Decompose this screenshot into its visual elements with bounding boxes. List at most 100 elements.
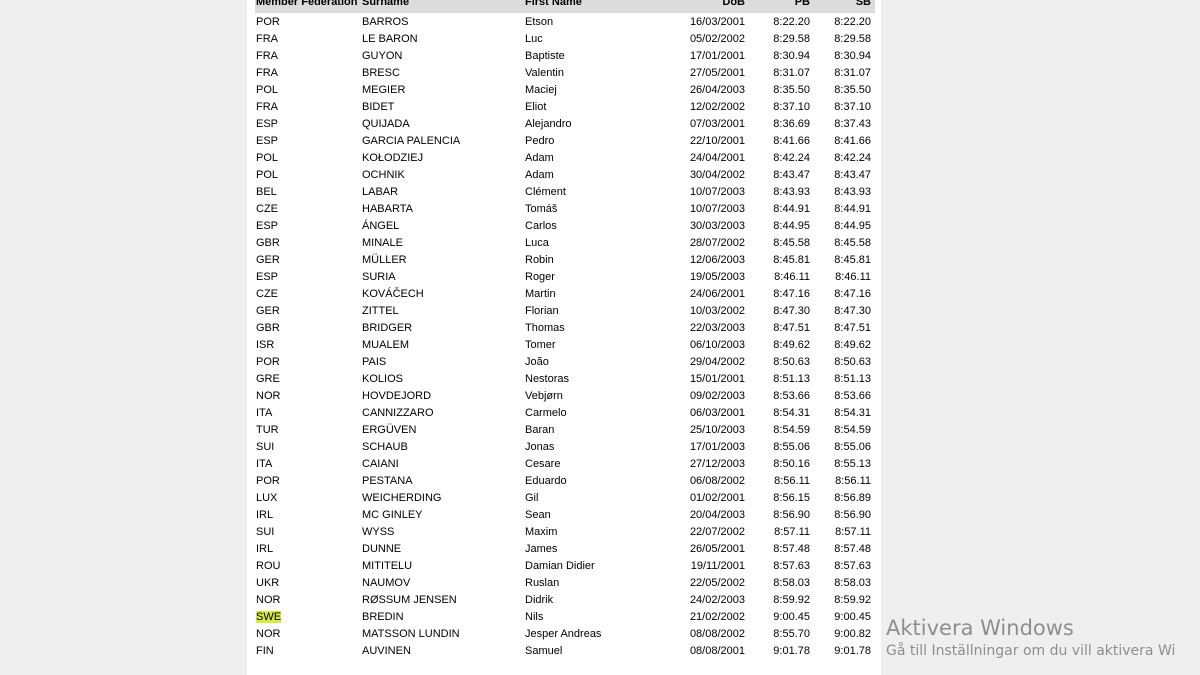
cell-sb: 8:41.66 xyxy=(834,134,871,147)
cell-sb: 8:49.62 xyxy=(834,338,871,351)
cell-surname: PESTANA xyxy=(362,474,413,487)
cell-first-name: Valentin xyxy=(525,66,564,79)
cell-member-federation: ESP xyxy=(256,134,279,147)
cell-member-federation: POL xyxy=(256,83,279,96)
cell-first-name: James xyxy=(525,542,558,555)
cell-member-federation: ROU xyxy=(256,559,281,572)
cell-pb: 9:01.78 xyxy=(773,644,810,657)
cell-sb: 8:54.59 xyxy=(834,423,871,436)
cell-pb: 8:54.31 xyxy=(773,406,810,419)
cell-first-name: Carlos xyxy=(525,219,557,232)
cell-surname: KOVÁČECH xyxy=(362,287,424,300)
table-body: POR BARROS Etson 16/03/2001 8:22.20 8:22.20 FR… xyxy=(255,13,875,659)
cell-dob: 19/11/2001 xyxy=(690,559,745,572)
cell-sb: 8:37.43 xyxy=(834,117,871,130)
cell-first-name: João xyxy=(525,355,549,368)
cell-pb: 8:45.58 xyxy=(773,236,810,249)
cell-pb: 8:47.16 xyxy=(773,287,810,300)
cell-member-federation: ESP xyxy=(256,219,279,232)
cell-pb: 8:49.62 xyxy=(773,338,810,351)
table-row: FRA BRESC Valentin 27/05/2001 8:31.07 8:31.07 xyxy=(255,64,875,81)
cell-first-name: Ruslan xyxy=(525,576,560,589)
cell-sb: 8:45.58 xyxy=(834,236,871,249)
cell-sb: 8:56.11 xyxy=(835,474,871,487)
cell-member-federation: GBR xyxy=(256,321,280,334)
cell-first-name: Pedro xyxy=(525,134,555,147)
cell-pb: 8:57.11 xyxy=(774,525,810,538)
cell-member-federation: GRE xyxy=(256,372,280,385)
cell-first-name: Roger xyxy=(525,270,555,283)
cell-surname: ZITTEL xyxy=(362,304,399,317)
cell-first-name: Martin xyxy=(525,287,556,300)
cell-first-name: Didrik xyxy=(525,593,554,606)
table-row: CZE KOVÁČECH Martin 24/06/2001 8:47.16 8:47.1… xyxy=(255,285,875,302)
cell-sb: 8:37.10 xyxy=(834,100,871,113)
cell-first-name: Eduardo xyxy=(525,474,567,487)
cell-member-federation: GER xyxy=(256,253,280,266)
table-row: POR PESTANA Eduardo 06/08/2002 8:56.11 8:56.1… xyxy=(255,472,875,489)
cell-surname: KOŁODZIEJ xyxy=(362,151,424,164)
cell-surname: MINALE xyxy=(362,236,403,249)
cell-sb: 8:53.66 xyxy=(834,389,871,402)
cell-first-name: Samuel xyxy=(525,644,563,657)
cell-pb: 8:57.63 xyxy=(773,559,810,572)
cell-pb: 8:29.58 xyxy=(773,32,810,45)
cell-pb: 8:55.06 xyxy=(773,440,810,453)
table-row: POL MEGIER Maciej 26/04/2003 8:35.50 8:35.50 xyxy=(255,81,875,98)
cell-sb: 8:42.24 xyxy=(834,151,871,164)
table-row: FRA GUYON Baptiste 17/01/2001 8:30.94 8:30.94 xyxy=(255,47,875,64)
cell-surname: PAIS xyxy=(362,355,387,368)
cell-pb: 8:50.16 xyxy=(773,457,810,470)
cell-first-name: Eliot xyxy=(525,100,547,113)
cell-dob: 16/03/2001 xyxy=(689,15,745,28)
cell-pb: 8:43.47 xyxy=(773,168,810,181)
cell-surname: WEICHERDING xyxy=(362,491,442,504)
header-dob: DoB xyxy=(664,0,749,13)
cell-surname: NAUMOV xyxy=(362,576,411,589)
cell-member-federation: SUI xyxy=(256,525,275,538)
cell-member-federation: ITA xyxy=(256,457,273,470)
cell-surname: AUVINEN xyxy=(362,644,411,657)
cell-member-federation: ITA xyxy=(256,406,273,419)
cell-first-name: Sean xyxy=(525,508,551,521)
cell-pb: 8:50.63 xyxy=(773,355,810,368)
cell-sb: 8:44.91 xyxy=(834,202,871,215)
cell-sb: 9:00.82 xyxy=(834,627,871,640)
cell-member-federation: POL xyxy=(256,168,279,181)
cell-surname: WYSS xyxy=(362,525,395,538)
cell-pb: 8:35.50 xyxy=(773,83,810,96)
table-row: POL KOŁODZIEJ Adam 24/04/2001 8:42.24 8:42.24 xyxy=(255,149,875,166)
cell-dob: 30/03/2003 xyxy=(689,219,745,232)
cell-sb: 8:44.95 xyxy=(834,219,871,232)
watermark-title: Aktivera Windows xyxy=(886,616,1074,640)
windows-activation-watermark: Aktivera Windows Gå till Inställningar o… xyxy=(886,614,1175,660)
watermark-subtitle: Gå till Inställningar om du vill aktiver… xyxy=(886,643,1176,659)
cell-pb: 8:57.48 xyxy=(773,542,810,555)
table-row: UKR NAUMOV Ruslan 22/05/2002 8:58.03 8:58.03 xyxy=(255,574,875,591)
table-row: GBR MINALE Luca 28/07/2002 8:45.58 8:45.58 xyxy=(255,234,875,251)
cell-surname: MITITELU xyxy=(362,559,413,572)
cell-first-name: Baptiste xyxy=(525,49,565,62)
cell-pb: 8:46.11 xyxy=(774,270,810,283)
cell-sb: 9:01.78 xyxy=(834,644,871,657)
header-surname: Surname xyxy=(361,0,524,13)
cell-first-name: Luca xyxy=(525,236,549,249)
cell-dob: 24/02/2003 xyxy=(689,593,745,606)
header-pb: PB xyxy=(749,0,814,13)
cell-member-federation: POR xyxy=(256,355,280,368)
highlighted-federation: SWE xyxy=(256,610,282,623)
cell-pb: 8:56.15 xyxy=(773,491,810,504)
cell-member-federation: FRA xyxy=(256,100,278,113)
cell-pb: 8:56.90 xyxy=(773,508,810,521)
cell-dob: 10/03/2002 xyxy=(689,304,745,317)
cell-surname: GARCIA PALENCIA xyxy=(362,134,461,147)
table-row: SUI SCHAUB Jonas 17/01/2003 8:55.06 8:55.06 xyxy=(255,438,875,455)
table-row: FRA BIDET Eliot 12/02/2002 8:37.10 8:37.10 xyxy=(255,98,875,115)
cell-first-name: Etson xyxy=(525,15,554,28)
table-row: FRA LE BARON Luc 05/02/2002 8:29.58 8:29.58 xyxy=(255,30,875,47)
cell-dob: 17/01/2001 xyxy=(689,49,745,62)
cell-member-federation: UKR xyxy=(256,576,280,589)
cell-surname: GUYON xyxy=(362,49,403,62)
cell-first-name: Adam xyxy=(525,168,554,181)
cell-pb: 8:44.91 xyxy=(773,202,810,215)
